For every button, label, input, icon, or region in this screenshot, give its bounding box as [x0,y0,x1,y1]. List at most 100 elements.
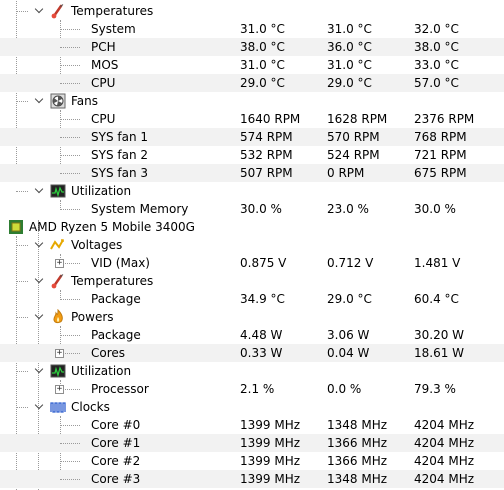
sensor-label: Core #3 [91,472,141,486]
current-value: 38.0 °C [240,40,285,54]
current-value: 2.1 % [240,382,275,396]
sensor-row-package[interactable]: Package 34.9 °C 29.0 °C 60.4 °C [0,290,504,308]
clock-waveform-icon [50,399,66,415]
sensor-row-processor[interactable]: + Processor 2.1 % 0.0 % 79.3 % [0,380,504,398]
group-node-clocks[interactable]: Clocks [0,398,504,416]
sensor-row-core-0[interactable]: Core #0 1399 MHz 1348 MHz 4204 MHz [0,416,504,434]
chevron-down-icon[interactable] [34,400,44,410]
group-label: Temperatures [71,274,154,288]
minimum-value: 0.0 % [327,382,362,396]
group-label: Temperatures [71,4,154,18]
current-value: 1399 MHz [240,472,301,486]
tree-guide-line [16,407,28,408]
sensor-label: Processor [91,382,149,396]
minimum-value: 0.712 V [327,256,374,270]
maximum-value: 60.4 °C [414,292,459,306]
sensor-row-vid-max[interactable]: + VID (Max) 0.875 V 0.712 V 1.481 V [0,254,504,272]
sensor-row-package[interactable]: Package 4.48 W 3.06 W 30.20 W [0,326,504,344]
minimum-value: 1366 MHz [327,454,388,468]
sensor-label: CPU [91,112,116,126]
sensor-tree[interactable]: Temperatures System 31.0 °C 31.0 °C 32.0 °C P… [0,0,504,490]
group-node-utilization[interactable]: Utilization [0,182,504,200]
sensor-row-system-memory[interactable]: System Memory 30.0 % 23.0 % 30.0 % [0,200,504,218]
current-value: 34.9 °C [240,292,285,306]
sensor-row-cpu[interactable]: CPU 29.0 °C 29.0 °C 57.0 °C [0,74,504,92]
tree-guide-line [16,371,28,372]
thermometer-icon [50,273,66,289]
minimum-value: 0.04 W [327,346,370,360]
group-node-temperatures[interactable]: Temperatures [0,2,504,20]
sensor-label: Core #0 [91,418,141,432]
sensor-label: SYS fan 1 [91,130,149,144]
group-label: Utilization [71,184,132,198]
sensor-row-mos[interactable]: MOS 31.0 °C 31.0 °C 33.0 °C [0,56,504,74]
maximum-value: 79.3 % [414,382,456,396]
utilization-monitor-icon [50,363,66,379]
tree-guide-line [60,425,80,426]
tree-guide-line [60,137,80,138]
maximum-value: 57.0 °C [414,76,459,90]
chevron-down-icon[interactable] [34,310,44,320]
sensor-row-core-1[interactable]: Core #1 1399 MHz 1366 MHz 4204 MHz [0,434,504,452]
tree-guide-line [16,245,28,246]
chevron-down-icon[interactable] [34,274,44,284]
tree-guide-line [60,47,80,48]
group-node-voltages[interactable]: Voltages [0,236,504,254]
chevron-down-icon[interactable] [34,184,44,194]
sensor-row-sys-fan-1[interactable]: SYS fan 1 574 RPM 570 RPM 768 RPM [0,128,504,146]
expand-plus-icon[interactable]: + [55,349,64,358]
sensor-row-sys-fan-3[interactable]: SYS fan 3 507 RPM 0 RPM 675 RPM [0,164,504,182]
chevron-down-icon[interactable] [34,4,44,14]
maximum-value: 675 RPM [414,166,467,180]
sensor-row-cpu[interactable]: CPU 1640 RPM 1628 RPM 2376 RPM [0,110,504,128]
expand-plus-icon[interactable]: + [55,385,64,394]
sensor-label: Core #2 [91,454,141,468]
group-node-powers[interactable]: Powers [0,308,504,326]
minimum-value: 29.0 °C [327,292,372,306]
sensor-label: SYS fan 3 [91,166,149,180]
current-value: 1640 RPM [240,112,301,126]
utilization-monitor-icon [50,183,66,199]
sensor-label: Core #1 [91,436,141,450]
tree-guide-line [60,299,80,300]
maximum-value: 30.20 W [414,328,465,342]
tree-guide-line [60,29,80,30]
device-label: AMD Ryzen 5 Mobile 3400G [29,220,195,234]
group-node-temperatures[interactable]: Temperatures [0,272,504,290]
chevron-down-icon[interactable] [34,364,44,374]
sensor-label: CPU [91,76,116,90]
tree-guide-line [16,11,28,12]
current-value: 30.0 % [240,202,282,216]
minimum-value: 31.0 °C [327,22,372,36]
tree-guide-line [60,443,80,444]
sensor-label: Cores [91,346,126,360]
current-value: 4.48 W [240,328,283,342]
sensor-row-core-3[interactable]: Core #3 1399 MHz 1348 MHz 4204 MHz [0,470,504,488]
maximum-value: 38.0 °C [414,40,459,54]
device-node[interactable]: AMD Ryzen 5 Mobile 3400G [0,218,504,236]
group-node-fans[interactable]: Fans [0,92,504,110]
sensor-row-cores[interactable]: + Cores 0.33 W 0.04 W 18.61 W [0,344,504,362]
sensor-label: VID (Max) [91,256,150,270]
tree-guide-line [60,119,80,120]
tree-guide-line [16,317,28,318]
tree-guide-line [60,335,80,336]
chevron-down-icon[interactable] [34,94,44,104]
maximum-value: 768 RPM [414,130,467,144]
chevron-down-icon[interactable] [34,238,44,248]
minimum-value: 29.0 °C [327,76,372,90]
tree-guide-line [60,83,80,84]
tree-guide-line [60,155,80,156]
tree-guide-line [60,173,80,174]
maximum-value: 4204 MHz [414,454,475,468]
expand-plus-icon[interactable]: + [55,259,64,268]
sensor-label: System Memory [91,202,189,216]
group-node-utilization[interactable]: Utilization [0,362,504,380]
sensor-row-sys-fan-2[interactable]: SYS fan 2 532 RPM 524 RPM 721 RPM [0,146,504,164]
group-label: Utilization [71,364,132,378]
sensor-row-core-2[interactable]: Core #2 1399 MHz 1366 MHz 4204 MHz [0,452,504,470]
sensor-row-system[interactable]: System 31.0 °C 31.0 °C 32.0 °C [0,20,504,38]
sensor-row-pch[interactable]: PCH 38.0 °C 36.0 °C 38.0 °C [0,38,504,56]
current-value: 532 RPM [240,148,293,162]
group-label: Voltages [71,238,123,252]
